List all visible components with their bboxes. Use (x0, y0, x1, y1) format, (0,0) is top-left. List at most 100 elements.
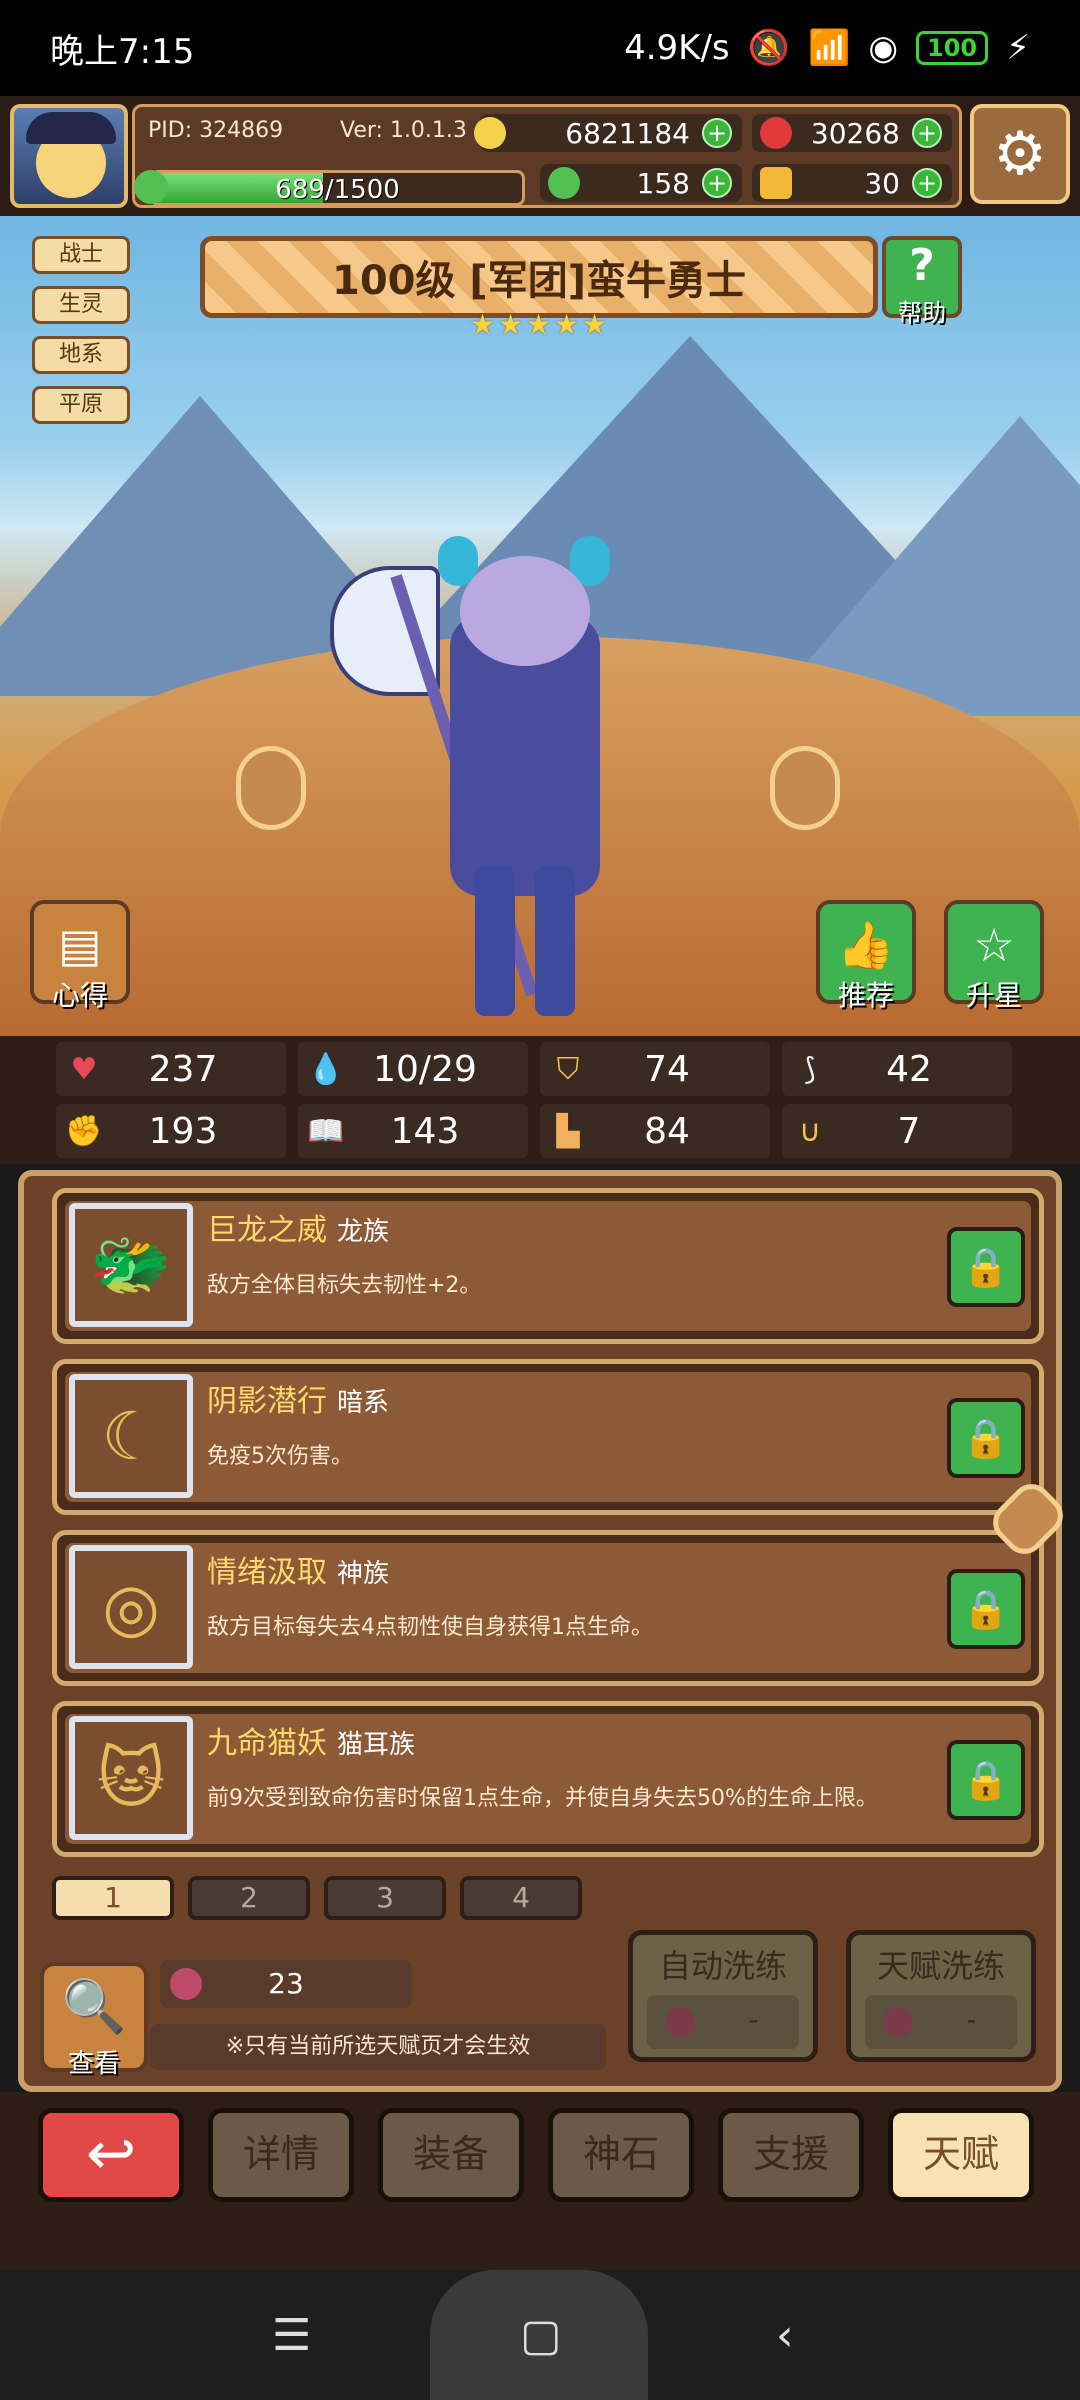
view-button[interactable]: 🔍 查看 (40, 1962, 148, 2079)
talent-card[interactable]: 🐱 九命猫妖 猫耳族 前9次受到致命伤害时保留1点生命，并使自身失去50%的生命上限。… (52, 1701, 1044, 1857)
talent-lock-button[interactable]: 🔒 (947, 1398, 1025, 1478)
back-chevron-icon[interactable]: ‹ (776, 2310, 794, 2361)
nav-tab[interactable]: 详情 (208, 2108, 354, 2202)
stat-value: 74 (644, 1048, 690, 1090)
add-clover-button[interactable]: + (702, 168, 732, 198)
star-icon: ★ (582, 308, 608, 341)
clover-exp-icon (134, 170, 168, 204)
thumbs-up-icon: 👍 (837, 918, 895, 972)
game-version: Ver: 1.0.1.3 (340, 118, 467, 143)
scroll-icon: ▤ (58, 918, 102, 972)
auto-wash-button[interactable]: 自动洗练 - (628, 1930, 818, 2062)
help-label: 帮助 (898, 299, 946, 327)
question-icon: ? (909, 240, 935, 291)
talent-race: 神族 (337, 1559, 390, 1589)
talent-lock-button[interactable]: 🔒 (947, 1740, 1025, 1820)
nav-tab[interactable]: 装备 (378, 2108, 524, 2202)
auto-wash-label: 自动洗练 (658, 1947, 787, 1985)
clover-icon (548, 167, 580, 199)
gold-counter: 6821184 + (474, 114, 742, 152)
hero-sprite[interactable] (330, 536, 710, 1036)
settings-button[interactable]: ⚙ (970, 104, 1070, 204)
clover-counter: 158 + (540, 164, 742, 202)
talent-name: 情绪汲取 (207, 1555, 327, 1590)
magnifier-icon: 🔍 (61, 1977, 127, 2037)
talent-page-tab[interactable]: 1 (52, 1876, 174, 1920)
talent-wash-button[interactable]: 天赋洗练 - (846, 1930, 1036, 2062)
fruit-count: 23 (160, 1960, 412, 2008)
stat-item: ⟆ 42 (782, 1042, 1012, 1096)
recommend-button[interactable]: 👍 推荐 (816, 900, 916, 1012)
nav-tab[interactable]: 神石 (548, 2108, 694, 2202)
stat-value: 84 (644, 1110, 690, 1152)
key-value: 30 (864, 166, 900, 200)
talent-lock-button[interactable]: 🔒 (947, 1569, 1025, 1649)
tag-class[interactable]: 战士 (32, 236, 130, 274)
lock-icon: 🔒 (962, 1586, 1010, 1631)
menu-icon[interactable]: ☰ (272, 2310, 311, 2361)
gear-icon: ⚙ (993, 119, 1047, 189)
hero-title-banner: 100级 [军团]蛮牛勇士 (200, 236, 878, 318)
lock-icon: 🔒 (962, 1757, 1010, 1802)
stat-item: ♥ 237 (56, 1042, 286, 1096)
talent-page-tab[interactable]: 4 (460, 1876, 582, 1920)
nav-tab[interactable]: 支援 (718, 2108, 864, 2202)
tag-terrain[interactable]: 平原 (32, 386, 130, 424)
star-icon: ★ (554, 308, 580, 341)
hero-title: 100级 [军团]蛮牛勇士 (332, 258, 746, 304)
gold-value: 6821184 (565, 116, 690, 150)
prev-hero-arrow[interactable] (236, 746, 306, 830)
talent-lock-button[interactable]: 🔒 (947, 1227, 1025, 1307)
key-counter: 30 + (752, 164, 952, 202)
talent-card[interactable]: 🐲 巨龙之威 龙族 敌方全体目标失去韧性+2。 🔒 (52, 1188, 1044, 1344)
stat-item: ▙ 84 (540, 1104, 770, 1158)
talent-page-tab[interactable]: 3 (324, 1876, 446, 1920)
add-gold-button[interactable]: + (702, 118, 732, 148)
talent-name: 巨龙之威 (207, 1213, 327, 1248)
talent-name: 九命猫妖 (207, 1726, 327, 1761)
battery-indicator: 100 (916, 31, 989, 65)
upstar-button[interactable]: ☆ 升星 (944, 900, 1044, 1012)
tag-element[interactable]: 地系 (32, 336, 130, 374)
back-button[interactable]: ↩ (38, 2108, 184, 2202)
talent-page-tab[interactable]: 2 (188, 1876, 310, 1920)
player-avatar[interactable] (10, 104, 128, 208)
talent-desc: 敌方目标每失去4点韧性使自身获得1点生命。 (207, 1615, 653, 1640)
star-icon: ★ (526, 308, 552, 341)
lock-icon: 🔒 (962, 1244, 1010, 1289)
stat-value: 7 (897, 1110, 921, 1152)
mute-icon: 🔕 (747, 28, 790, 68)
talent-name: 阴影潜行 (207, 1384, 327, 1419)
talent-desc: 前9次受到致命伤害时保留1点生命，并使自身失去50%的生命上限。 (207, 1786, 878, 1811)
next-hero-arrow[interactable] (770, 746, 840, 830)
talent-race: 暗系 (337, 1388, 390, 1418)
home-square-icon: ▢ (520, 2310, 562, 2361)
upstar-label: 升星 (965, 979, 1022, 1012)
talent-card[interactable]: ☾ 阴影潜行 暗系 免疫5次伤害。 🔒 (52, 1359, 1044, 1515)
talent-page-tabs: 1234 (52, 1876, 582, 1920)
network-speed: 4.9K/s (624, 28, 730, 68)
talent-title: 九命猫妖 猫耳族 (207, 1718, 415, 1762)
fruit-count-value: 23 (268, 1967, 304, 2000)
exp-bar: 689/1500 (150, 170, 525, 206)
xinde-button[interactable]: ▤ 心得 (30, 900, 130, 1012)
add-key-button[interactable]: + (912, 168, 942, 198)
home-button[interactable]: ▢ (430, 2270, 648, 2400)
tag-type[interactable]: 生灵 (32, 286, 130, 324)
stat-item: ∪ 7 (782, 1104, 1012, 1158)
heart-icon: ♥ (70, 1051, 98, 1087)
book-icon: 📖 (307, 1113, 345, 1149)
talent-card[interactable]: ◎ 情绪汲取 神族 敌方目标每失去4点韧性使自身获得1点生命。 🔒 (52, 1530, 1044, 1686)
return-icon: ↩ (85, 2119, 137, 2189)
talent-title: 阴影潜行 暗系 (207, 1376, 389, 1420)
nav-tab[interactable]: 天赋 (888, 2108, 1034, 2202)
ruby-value: 30268 (810, 116, 900, 150)
fruit-icon (883, 2007, 913, 2037)
talent-note: ※只有当前所选天赋页才会生效 (150, 2024, 606, 2070)
ruby-counter: 30268 + (752, 114, 952, 152)
shield-icon: ⛉ (556, 1051, 580, 1087)
add-ruby-button[interactable]: + (912, 118, 942, 148)
xinde-label: 心得 (51, 979, 108, 1012)
system-nav-bar: ☰ ▢ ‹ (0, 2270, 1080, 2400)
help-button[interactable]: ? 帮助 (882, 236, 962, 327)
